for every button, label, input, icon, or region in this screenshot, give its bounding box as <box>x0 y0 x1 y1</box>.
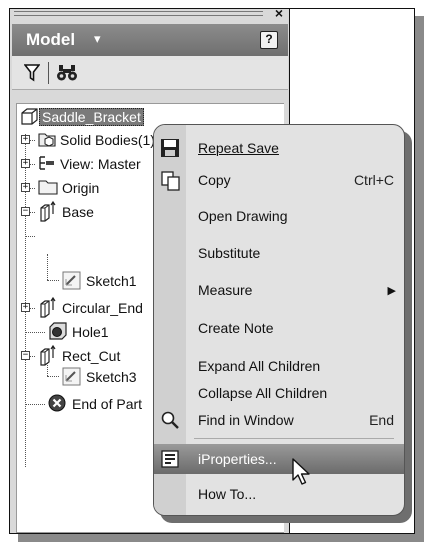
collapse-toggle[interactable]: − <box>21 351 30 360</box>
part-icon <box>19 106 39 129</box>
menu-item-find-in-window[interactable]: Find in Window End <box>154 405 404 435</box>
tree-node-label: End of Part <box>72 396 143 412</box>
sketch-icon <box>61 269 83 294</box>
browser-toolbar <box>12 56 288 90</box>
tree-node-end-of-part[interactable]: End of Part <box>47 393 142 415</box>
menu-separator <box>194 438 394 439</box>
tree-connector <box>25 332 45 333</box>
chevron-down-icon[interactable]: ▾ <box>94 31 101 47</box>
collapse-toggle[interactable]: − <box>21 207 30 216</box>
copy-icon <box>160 170 182 195</box>
menu-item-collapse-all-children[interactable]: Collapse All Children <box>154 378 404 408</box>
extrusion-icon <box>37 344 59 369</box>
tree-node-circular-end[interactable]: Circular_End <box>37 296 143 321</box>
extrusion-icon <box>37 200 59 225</box>
shortcut-text: Ctrl+C <box>353 172 394 188</box>
menu-item-label: How To... <box>198 486 257 502</box>
tree-node-label: Sketch1 <box>86 273 137 289</box>
menu-item-label: Find in Window <box>198 412 294 428</box>
submenu-arrow-icon: ▶ <box>387 284 396 297</box>
context-menu: Repeat Save Copy Ctrl+C Open Drawing Sub… <box>153 124 405 516</box>
menu-item-how-to[interactable]: How To... <box>154 479 404 509</box>
menu-item-measure[interactable]: Measure ▶ <box>154 275 404 305</box>
browser-header: Model ▾ ? <box>12 24 288 56</box>
menu-item-substitute[interactable]: Substitute <box>154 238 404 268</box>
sketch-icon <box>61 365 83 390</box>
binoculars-icon[interactable] <box>56 64 78 87</box>
save-icon <box>160 138 180 161</box>
tree-node-label: Hole1 <box>72 324 109 340</box>
menu-item-label: Collapse All Children <box>198 385 328 401</box>
panel-grip-line[interactable] <box>14 15 263 16</box>
menu-item-label: Create Note <box>198 320 274 336</box>
menu-item-label: Repeat Save <box>198 140 279 156</box>
menu-item-label: Expand All Children <box>198 358 321 374</box>
tree-node-label: Base <box>62 204 94 220</box>
mouse-pointer-icon <box>292 458 312 491</box>
find-icon <box>160 410 180 433</box>
tree-connector <box>47 280 59 281</box>
expand-toggle[interactable]: + <box>21 159 30 168</box>
tree-node-solid-bodies[interactable]: Solid Bodies(1) <box>37 129 155 151</box>
menu-item-copy[interactable]: Copy Ctrl+C <box>154 165 404 195</box>
tree-node-sketch1[interactable]: Sketch1 <box>61 270 137 292</box>
tree-connector <box>25 236 35 237</box>
tree-connector <box>47 254 48 280</box>
menu-item-label: Open Drawing <box>198 208 288 224</box>
menu-item-iproperties[interactable]: iProperties... <box>154 444 404 474</box>
panel-grip-line[interactable] <box>14 11 263 12</box>
tree-node-base[interactable]: Base <box>37 200 94 225</box>
expand-toggle[interactable]: + <box>21 135 30 144</box>
tree-node-label: Sketch3 <box>86 369 137 385</box>
expand-toggle[interactable]: + <box>21 303 30 312</box>
tree-node-sketch3[interactable]: Sketch3 <box>61 366 137 388</box>
expand-toggle[interactable]: + <box>21 183 30 192</box>
tree-connector <box>25 404 45 405</box>
tree-node-label: Rect_Cut <box>62 348 121 364</box>
filter-icon[interactable] <box>23 64 41 87</box>
browser-title[interactable]: Model <box>26 30 75 50</box>
close-icon[interactable]: × <box>275 9 283 20</box>
tree-connector <box>47 376 59 377</box>
folder-icon <box>37 177 59 200</box>
solid-bodies-icon <box>37 129 57 152</box>
menu-item-expand-all-children[interactable]: Expand All Children <box>154 351 404 381</box>
menu-item-label: iProperties... <box>198 451 277 467</box>
menu-item-repeat-save[interactable]: Repeat Save <box>154 133 404 163</box>
hole-icon <box>47 320 69 345</box>
tree-node-hole1[interactable]: Hole1 <box>47 321 109 343</box>
screenshot-frame: × Model ▾ ? Saddle_Bracket + Solid Bodie… <box>9 8 415 534</box>
tree-node-origin[interactable]: Origin <box>37 177 99 199</box>
tree-node-label: Saddle_Bracket <box>39 108 144 126</box>
shortcut-text: End <box>369 412 394 428</box>
menu-item-label: Copy <box>198 172 231 188</box>
properties-icon <box>160 449 180 472</box>
end-of-part-icon <box>47 392 69 417</box>
view-icon <box>37 153 57 176</box>
tree-node-view-master[interactable]: View: Master <box>37 153 141 175</box>
tree-node-label: Solid Bodies(1) <box>60 132 155 148</box>
toolbar-divider <box>48 62 49 84</box>
tree-node-label: View: Master <box>60 156 141 172</box>
help-button[interactable]: ? <box>260 31 278 49</box>
menu-item-open-drawing[interactable]: Open Drawing <box>154 201 404 231</box>
menu-item-label: Substitute <box>198 245 261 261</box>
tree-node-saddle-bracket[interactable]: Saddle_Bracket <box>19 106 144 128</box>
menu-item-create-note[interactable]: Create Note <box>154 313 404 343</box>
tree-node-label: Circular_End <box>62 300 143 316</box>
extrusion-icon <box>37 296 59 321</box>
menu-item-label: Measure <box>198 282 253 298</box>
tree-node-label: Origin <box>62 180 100 196</box>
